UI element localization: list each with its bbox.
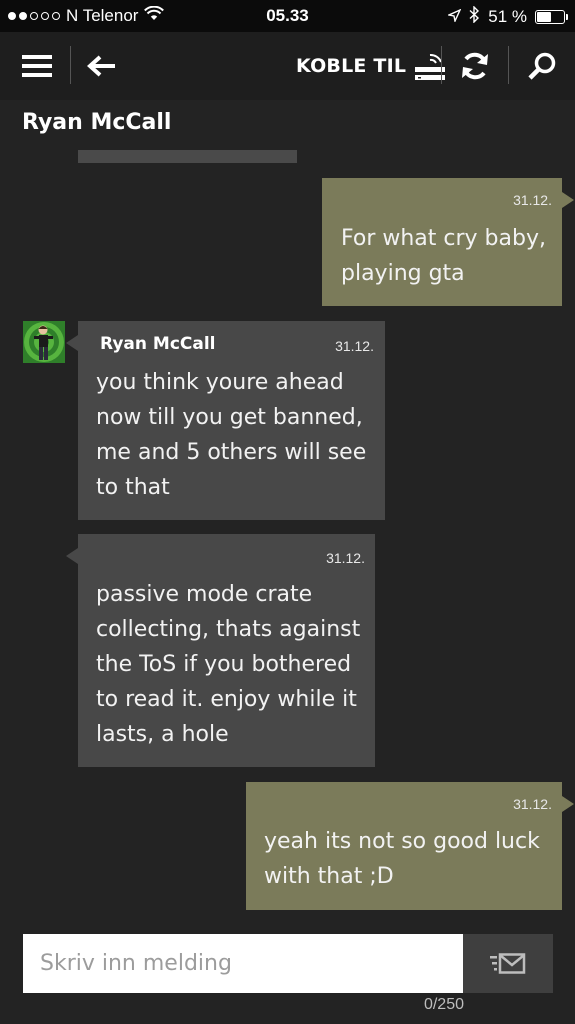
message-date: 31.12. xyxy=(513,192,552,208)
message-outgoing[interactable]: 31.12. For what cry baby, playing gta xyxy=(322,178,574,306)
message-sender: Ryan McCall xyxy=(100,334,216,354)
message-outgoing[interactable]: 31.12. yeah its not so good luck with th… xyxy=(246,782,574,910)
message-date: 31.12. xyxy=(335,338,374,354)
message-input[interactable] xyxy=(23,934,463,993)
message-line: you think youre ahead xyxy=(96,370,344,395)
battery-percent: 51 % xyxy=(488,7,527,26)
bubble-tail xyxy=(66,335,78,351)
message-text: passive mode crate collecting, thats aga… xyxy=(96,577,373,752)
message-text: For what cry baby, playing gta xyxy=(341,221,561,291)
divider xyxy=(508,46,509,84)
message-line: to read it. enjoy while it xyxy=(96,687,357,712)
battery-fill xyxy=(537,12,552,22)
divider xyxy=(70,46,71,84)
message-line: to that xyxy=(96,475,170,500)
message-line: now till you get banned, xyxy=(96,405,363,430)
message-text: yeah its not so good luck with that ;D xyxy=(264,824,560,894)
location-arrow-icon xyxy=(446,7,462,27)
message-line: yeah its not so good luck xyxy=(264,829,540,854)
connect-label: KOBLE TIL xyxy=(296,55,407,77)
message-line: the ToS if you bothered xyxy=(96,652,352,677)
back-button[interactable] xyxy=(82,32,122,100)
refresh-icon xyxy=(462,52,488,80)
message-incoming[interactable]: Ryan McCall 31.12. you think youre ahead… xyxy=(66,321,385,520)
message-text: you think youre ahead now till you get b… xyxy=(96,365,381,505)
search-icon xyxy=(528,52,556,80)
message-line: playing gta xyxy=(341,261,465,286)
message-date: 31.12. xyxy=(513,796,552,812)
battery-icon xyxy=(535,10,568,24)
status-bar: N Telenor 05.33 51 % xyxy=(0,0,575,32)
avatar-image xyxy=(23,321,65,363)
message-line: For what cry baby, xyxy=(341,226,546,251)
bubble-tail xyxy=(562,192,574,208)
message-line: collecting, thats against xyxy=(96,617,361,642)
search-button[interactable] xyxy=(518,32,566,100)
message-incoming[interactable]: 31.12. passive mode crate collecting, th… xyxy=(66,534,375,767)
divider xyxy=(441,46,442,84)
message-line: passive mode crate xyxy=(96,582,313,607)
loading-bar xyxy=(78,150,297,163)
contact-name: Ryan McCall xyxy=(22,110,172,135)
menu-button[interactable] xyxy=(14,32,60,100)
connect-button[interactable]: KOBLE TIL xyxy=(296,32,446,100)
message-line: lasts, a hole xyxy=(96,722,229,747)
message-line: with that ;D xyxy=(264,864,394,889)
app-bar: KOBLE TIL xyxy=(0,32,575,100)
character-counter: 0/250 xyxy=(423,996,464,1013)
bluetooth-icon xyxy=(469,5,480,28)
status-right: 51 % xyxy=(446,5,568,28)
send-mail-icon xyxy=(490,952,526,974)
menu-icon xyxy=(22,55,52,77)
refresh-button[interactable] xyxy=(452,32,498,100)
bubble-tail xyxy=(66,548,78,564)
message-line: me and 5 others will see xyxy=(96,440,367,465)
send-button[interactable] xyxy=(463,934,553,993)
back-arrow-icon xyxy=(87,55,115,77)
message-date: 31.12. xyxy=(326,550,365,566)
bubble-tail xyxy=(562,796,574,812)
contact-avatar[interactable] xyxy=(23,321,65,363)
